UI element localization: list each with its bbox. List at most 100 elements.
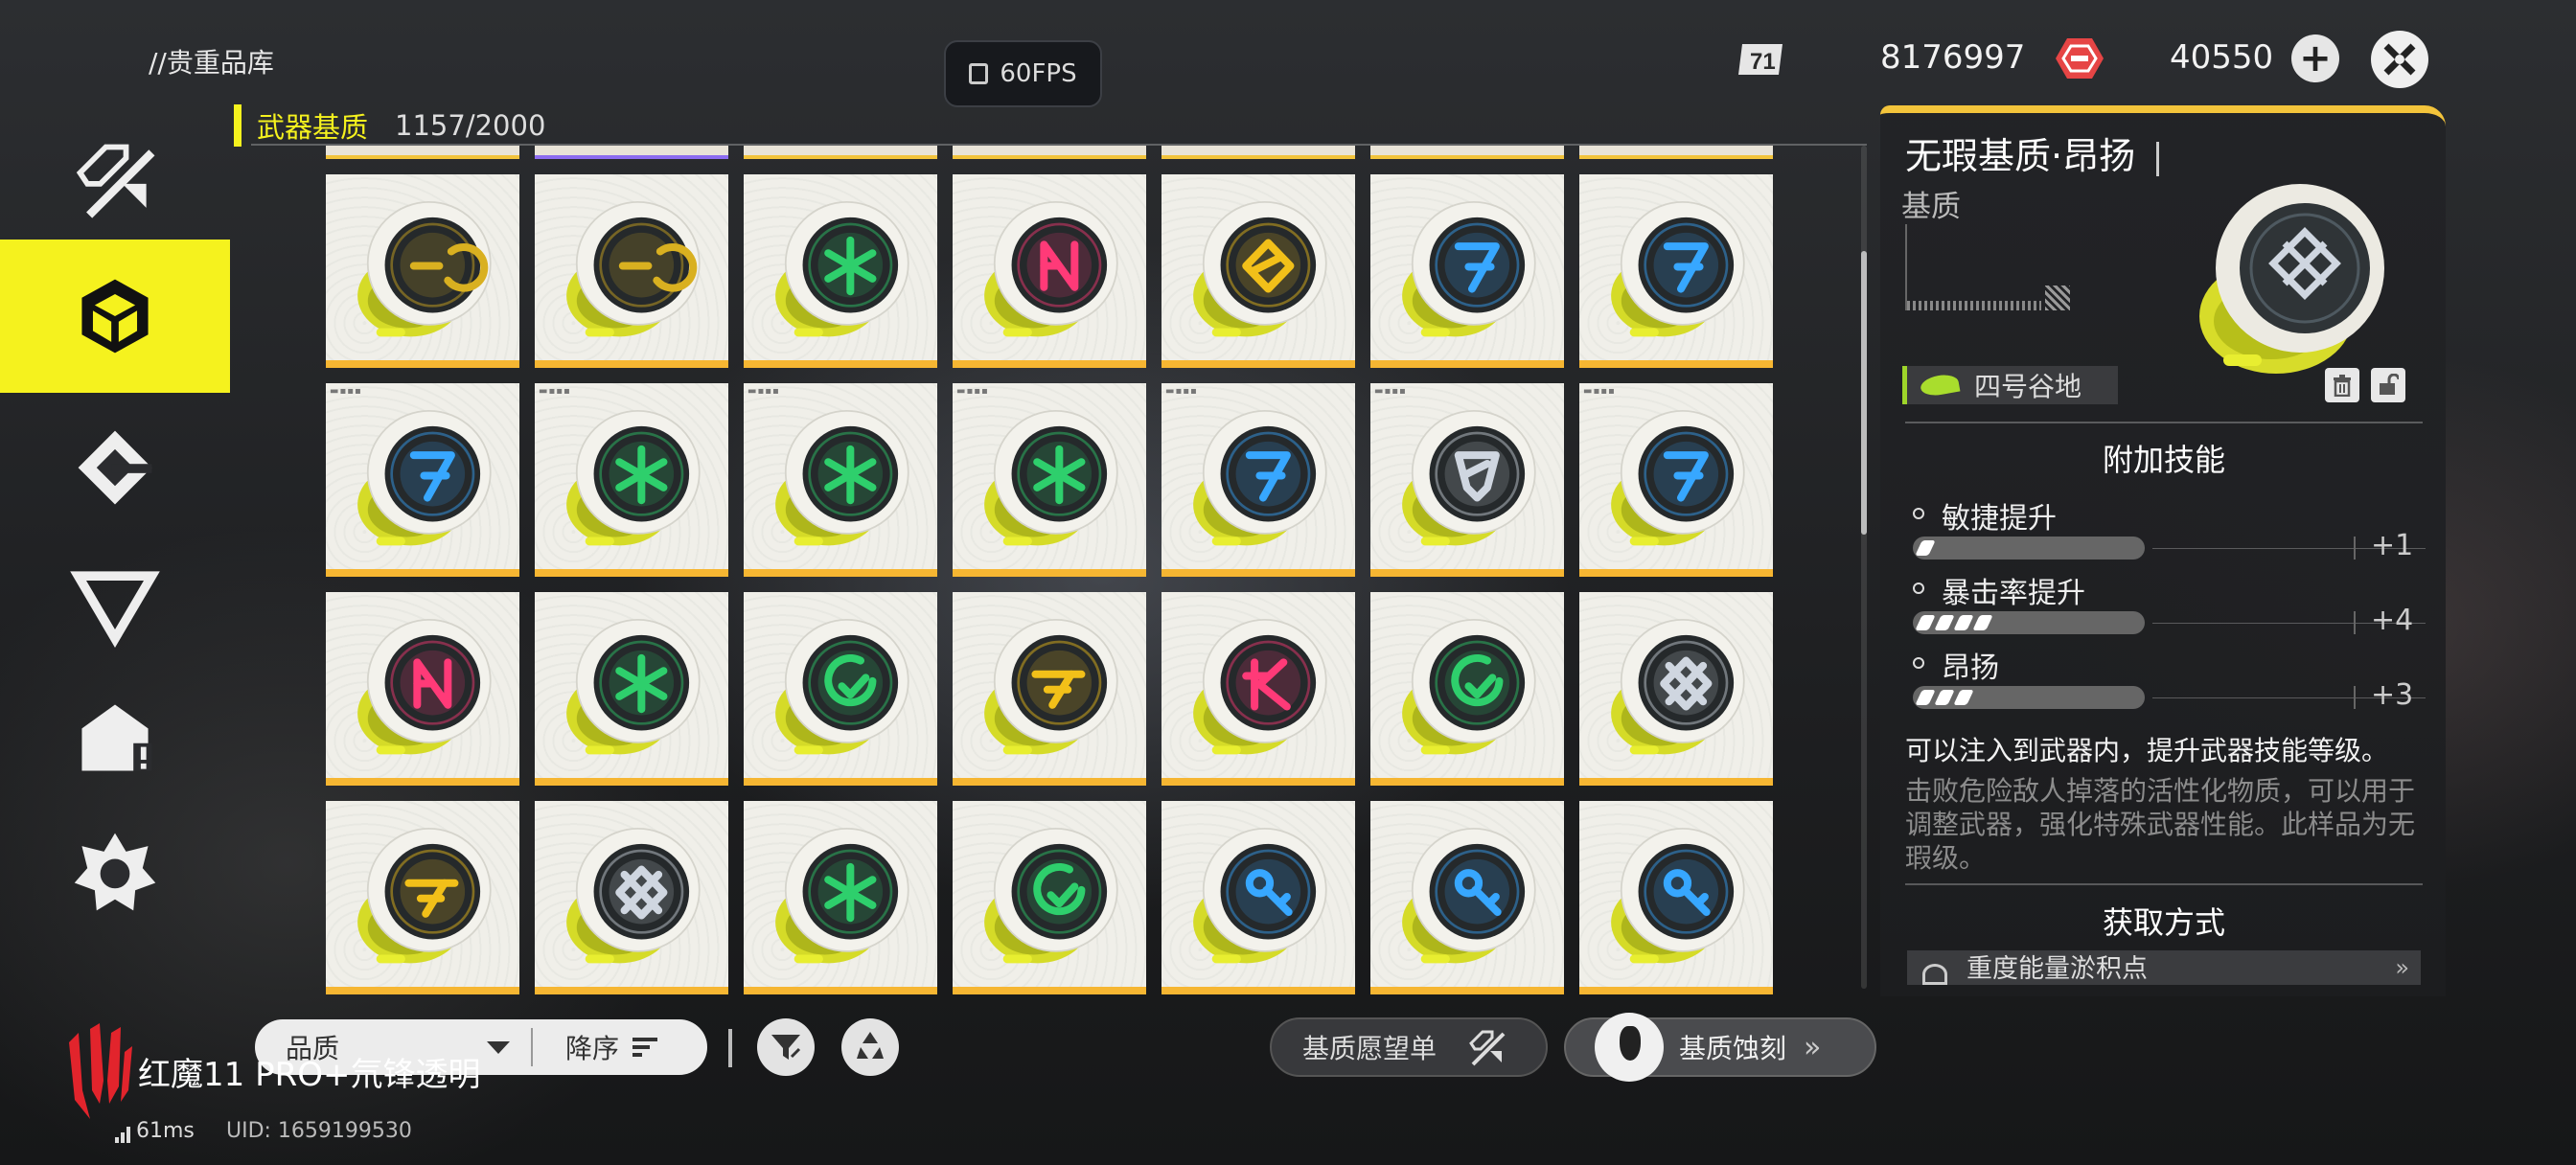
unlock-icon	[2380, 374, 2399, 395]
matrix-item-tile[interactable]	[326, 801, 519, 994]
matrix-item-tile[interactable]	[744, 801, 937, 994]
matrix-orb-icon	[984, 410, 1118, 546]
skill-name: 昂扬	[1942, 651, 1999, 685]
matrix-item-tile[interactable]	[1579, 174, 1773, 368]
matrix-orb-icon	[357, 201, 492, 337]
item-tile-partial[interactable]	[1370, 146, 1564, 159]
matrix-item-tile[interactable]: ▬▪▪▪	[1370, 383, 1564, 577]
matrix-item-tile[interactable]: ▬▪▪▪	[326, 383, 519, 577]
recycle-button[interactable]	[841, 1018, 899, 1076]
item-tile-partial[interactable]	[953, 146, 1146, 159]
network-latency: 61ms	[115, 1119, 195, 1143]
skills-title: 附加技能	[2102, 442, 2225, 478]
previous-row-edge	[326, 146, 1782, 159]
skill-bullet-icon	[1913, 508, 1924, 519]
matrix-item-tile[interactable]: ▬▪▪▪	[744, 383, 937, 577]
armor-icon	[78, 430, 152, 505]
matrix-item-tile[interactable]	[535, 801, 728, 994]
matrix-item-tile[interactable]	[953, 174, 1146, 368]
item-title-text: 无瑕基质·昂扬	[1905, 135, 2136, 177]
matrix-item-tile[interactable]	[535, 174, 728, 368]
item-barcode	[1905, 224, 2070, 310]
region-leaf-icon	[1919, 372, 1961, 399]
currency-origeometry-value: 40550	[2170, 38, 2274, 77]
sidebar-item-parts[interactable]	[0, 805, 230, 939]
skill-level-bar	[1913, 686, 2145, 709]
matrix-item-tile[interactable]	[1162, 592, 1355, 786]
matrix-item-tile[interactable]: ▬▪▪▪	[1162, 383, 1355, 577]
matrix-item-tile[interactable]	[1370, 801, 1564, 994]
item-effect: 可以注入到武器内，提升武器技能等级。	[1905, 735, 2389, 766]
fps-indicator: 60FPS	[944, 40, 1102, 107]
matrix-item-tile[interactable]: ▬▪▪▪	[1579, 383, 1773, 577]
sort-order-label: 降序	[565, 1033, 620, 1064]
matrix-item-tile[interactable]: ▬▪▪▪	[535, 383, 728, 577]
matrix-orb-icon	[1611, 201, 1745, 337]
item-tile-partial[interactable]	[1579, 146, 1773, 159]
toolbar-divider	[728, 1029, 732, 1067]
skill-bullet-icon	[1913, 582, 1924, 594]
item-preview-orb	[2199, 184, 2384, 374]
matrix-orb-icon	[1402, 828, 1536, 964]
ping-value: 61ms	[136, 1119, 195, 1143]
tile-tag: ▬▪▪▪	[748, 386, 780, 397]
matrix-item-tile[interactable]	[1162, 801, 1355, 994]
trash-icon	[2334, 375, 2351, 397]
close-icon	[2383, 43, 2416, 76]
sidebar-item-matrix[interactable]	[0, 240, 230, 393]
matrix-item-tile[interactable]: ▬▪▪▪	[953, 383, 1146, 577]
item-tile-partial[interactable]	[1162, 146, 1355, 159]
matrix-wishlist-button[interactable]: 基质愿望单	[1270, 1017, 1548, 1077]
section-divider	[1905, 422, 2423, 423]
item-tile-partial[interactable]	[326, 146, 519, 159]
skill-level: +4	[2371, 604, 2414, 637]
lock-button[interactable]	[2371, 368, 2405, 402]
item-type: 基质	[1901, 190, 1961, 224]
matrix-item-tile[interactable]	[744, 174, 937, 368]
matrix-item-tile[interactable]	[1162, 174, 1355, 368]
matrix-item-tile[interactable]	[1579, 592, 1773, 786]
matrix-orb-icon	[1193, 619, 1327, 755]
matrix-item-tile[interactable]	[953, 592, 1146, 786]
signal-icon	[115, 1126, 130, 1143]
matrix-item-tile[interactable]	[744, 592, 937, 786]
sort-order-toggle[interactable]: 降序	[533, 1028, 658, 1066]
delete-button[interactable]	[2325, 368, 2359, 402]
inventory-grid[interactable]: ▬▪▪▪ ▬▪▪▪ ▬▪▪▪ ▬▪▪▪ ▬▪▪▪ ▬▪▪▪ ▬▪▪▪	[326, 146, 1782, 996]
matrix-etch-button[interactable]: 基质蚀刻 »	[1564, 1013, 1876, 1082]
matrix-orb-icon	[1193, 410, 1327, 546]
item-tile-partial[interactable]	[535, 146, 728, 159]
matrix-item-tile[interactable]	[535, 592, 728, 786]
skill-name: 暴击率提升	[1942, 577, 2085, 610]
item-tile-partial[interactable]	[744, 146, 937, 159]
acquire-source-item[interactable]: 重度能量淤积点 »	[1907, 950, 2421, 985]
sidebar-item-special[interactable]	[0, 671, 230, 805]
matrix-item-tile[interactable]	[1370, 592, 1564, 786]
location-tag: 四号谷地	[1902, 366, 2118, 404]
matrix-item-tile[interactable]	[326, 592, 519, 786]
matrix-orb-icon	[775, 619, 909, 755]
matrix-orb-icon	[984, 619, 1118, 755]
sidebar	[0, 105, 230, 948]
scrollbar-thumb[interactable]	[1861, 251, 1867, 535]
svg-text:71: 71	[1750, 49, 1776, 75]
acquire-title: 获取方式	[2102, 904, 2225, 941]
item-title: 无瑕基质·昂扬	[1905, 126, 2160, 179]
filter-button[interactable]	[757, 1018, 815, 1076]
matrix-item-tile[interactable]	[1579, 801, 1773, 994]
sidebar-item-weapons[interactable]	[0, 115, 230, 249]
close-button[interactable]	[2371, 31, 2428, 88]
chevron-right-icon: »	[2395, 954, 2409, 981]
wishlist-weapon-icon	[1469, 1030, 1506, 1066]
tile-tag: ▬▪▪▪	[539, 386, 571, 397]
matrix-orb-icon	[1193, 201, 1327, 337]
sidebar-item-components[interactable]	[0, 537, 230, 671]
category-header: 武器基质 1157/2000	[234, 103, 545, 148]
add-currency-button[interactable]: +	[2291, 34, 2339, 82]
matrix-item-tile[interactable]	[953, 801, 1146, 994]
matrix-orb-icon	[1402, 410, 1536, 546]
sidebar-item-gear[interactable]	[0, 402, 230, 537]
matrix-item-tile[interactable]	[326, 174, 519, 368]
matrix-item-tile[interactable]	[1370, 174, 1564, 368]
matrix-orb-icon	[1611, 410, 1745, 546]
